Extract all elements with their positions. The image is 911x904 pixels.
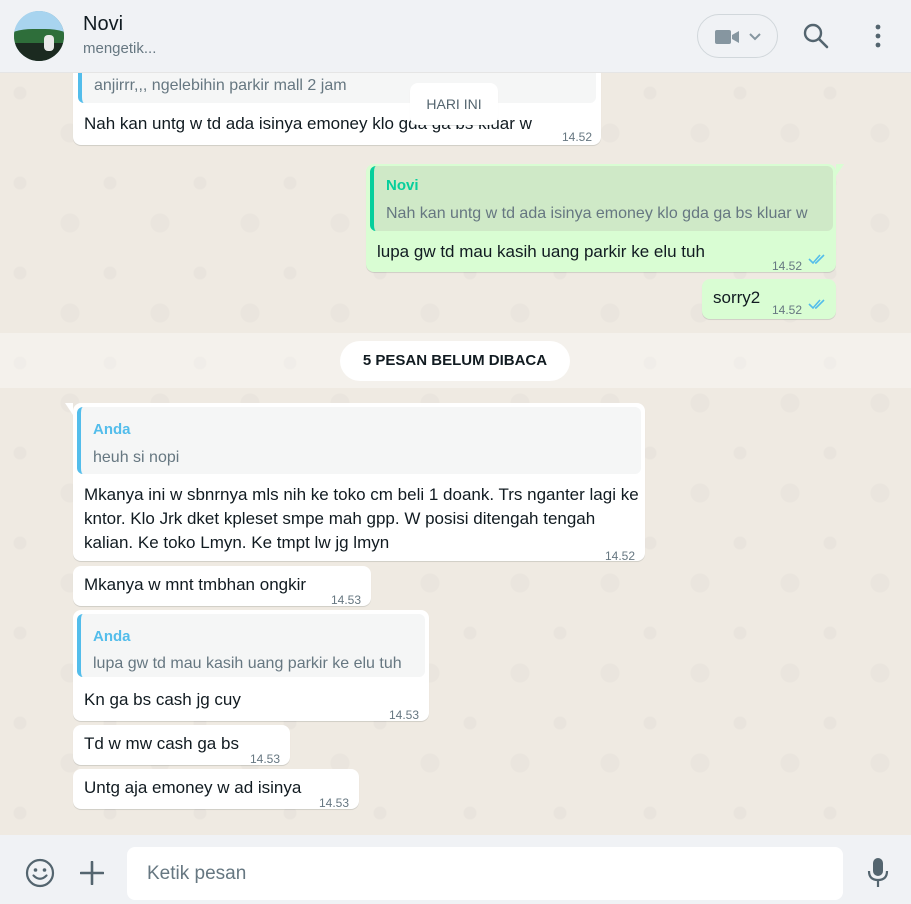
message-text: Mkanya w mnt tmbhan ongkir xyxy=(84,575,307,594)
read-ticks-icon xyxy=(808,299,825,310)
message-incoming[interactable]: Mkanya w mnt tmbhan ongkir 14.53 xyxy=(73,566,371,607)
avatar-ground xyxy=(14,43,64,61)
quoted-text: lupa gw td mau kasih uang parkir ke elu … xyxy=(93,655,402,672)
message-time: 14.53 xyxy=(250,752,281,766)
message-text: Kn ga bs cash jg cuy xyxy=(84,690,241,709)
quoted-message[interactable]: Anda heuh si nopi xyxy=(77,407,641,474)
message-time: 14.53 xyxy=(319,796,350,810)
quoted-message[interactable]: Novi Nah kan untg w td ada isinya emoney… xyxy=(370,166,833,231)
compose-bar xyxy=(0,835,911,904)
microphone-icon[interactable] xyxy=(866,857,890,889)
bubble-tail xyxy=(836,164,844,176)
message-text: Td w mw cash ga bs xyxy=(84,734,239,753)
contact-name[interactable]: Novi xyxy=(83,13,123,36)
video-camera-icon xyxy=(715,30,739,44)
message-incoming[interactable]: Anda lupa gw td mau kasih uang parkir ke… xyxy=(73,610,429,722)
message-incoming[interactable]: Td w mw cash ga bs 14.53 xyxy=(73,725,290,766)
quoted-sender: Anda xyxy=(93,421,131,438)
quoted-text: heuh si nopi xyxy=(93,449,180,466)
message-time: 14.53 xyxy=(331,593,362,607)
quoted-message[interactable]: anjirrr,,, ngelebihin parkir mall 2 jam xyxy=(78,73,596,103)
plus-icon[interactable] xyxy=(80,861,104,885)
message-text: sorry2 xyxy=(713,288,761,307)
message-time: 14.52 xyxy=(562,130,593,144)
message-time: 14.53 xyxy=(389,708,420,722)
emoji-icon[interactable] xyxy=(25,858,55,888)
message-time: 14.52 xyxy=(605,549,636,563)
video-call-button[interactable] xyxy=(697,14,778,58)
message-incoming[interactable]: Untg aja emoney w ad isinya 14.53 xyxy=(73,769,359,810)
message-text: lupa gw td mau kasih uang parkir ke elu … xyxy=(377,242,705,261)
read-ticks-icon xyxy=(808,254,825,265)
bubble-tail xyxy=(65,403,73,415)
kebab-menu-icon[interactable] xyxy=(872,23,884,49)
quoted-sender: Novi xyxy=(386,177,419,194)
message-outgoing[interactable]: Novi Nah kan untg w td ada isinya emoney… xyxy=(366,164,844,273)
quoted-text: Nah kan untg w td ada isinya emoney klo … xyxy=(386,205,808,222)
message-outgoing[interactable]: sorry2 14.52 xyxy=(702,279,836,319)
unread-count-label: 5 PESAN BELUM DIBACA xyxy=(340,341,570,381)
message-input[interactable] xyxy=(127,847,843,900)
quoted-sender: Anda xyxy=(93,628,131,645)
quoted-text: anjirrr,,, ngelebihin parkir mall 2 jam xyxy=(94,77,347,94)
message-incoming[interactable]: anjirrr,,, ngelebihin parkir mall 2 jam … xyxy=(73,73,601,145)
message-text: Untg aja emoney w ad isinya xyxy=(84,778,302,797)
chat-header: Novi mengetik... xyxy=(0,0,911,73)
date-separator: HARI INI xyxy=(410,83,498,125)
search-icon[interactable] xyxy=(803,23,829,49)
avatar-figure xyxy=(44,35,54,51)
message-incoming[interactable]: Anda heuh si nopi Mkanya ini w sbnrnya m… xyxy=(65,403,645,563)
message-text: Mkanya ini w sbnrnya mls nih ke toko cm … xyxy=(84,485,644,552)
message-time: 14.52 xyxy=(772,303,803,317)
typing-status: mengetik... xyxy=(83,40,157,57)
quoted-message[interactable]: Anda lupa gw td mau kasih uang parkir ke… xyxy=(77,614,425,677)
chat-messages-area[interactable]: anjirrr,,, ngelebihin parkir mall 2 jam … xyxy=(0,73,911,835)
chevron-down-icon xyxy=(749,33,761,41)
message-time: 14.52 xyxy=(772,259,803,273)
contact-avatar[interactable] xyxy=(14,11,64,61)
